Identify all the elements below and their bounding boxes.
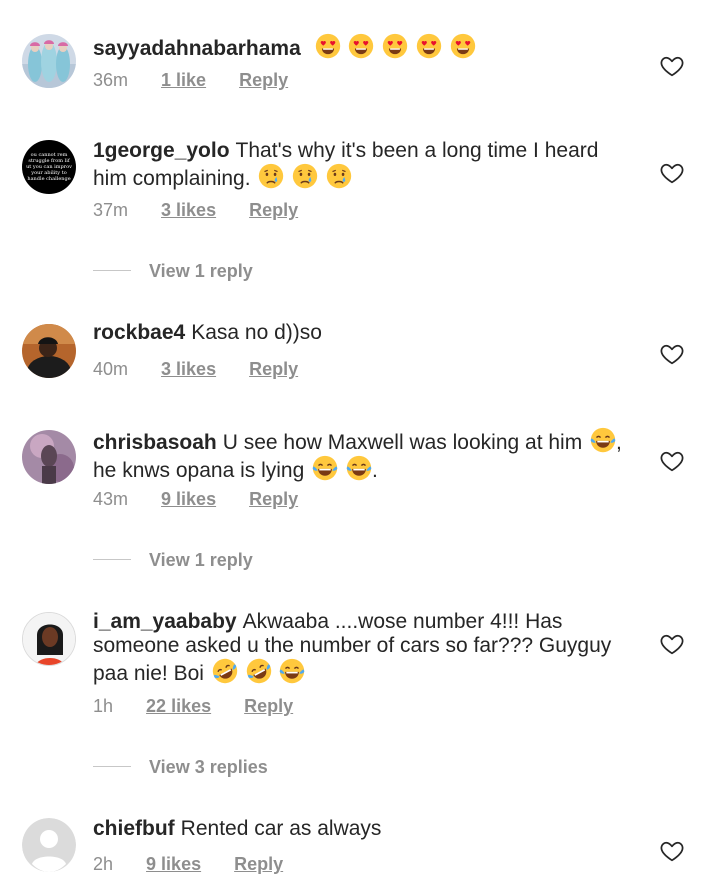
comment-meta: 1h 22 likes Reply (93, 696, 293, 717)
heart-eyes-emoji (348, 33, 374, 59)
like-heart-icon[interactable] (659, 53, 685, 79)
tears-of-joy-emoji (312, 455, 338, 481)
view-replies-button[interactable]: View 1 reply (93, 261, 253, 282)
comment-meta: 36m 1 like Reply (93, 70, 288, 91)
avatar-text-line: handle challenge (27, 176, 70, 182)
avatar[interactable] (22, 34, 76, 88)
username[interactable]: i_am_yaababy (93, 610, 237, 633)
view-replies-label: View 1 reply (149, 261, 253, 281)
tears-of-joy-emoji (346, 455, 372, 481)
heart-eyes-emoji (416, 33, 442, 59)
timestamp: 40m (93, 359, 129, 379)
avatar[interactable] (22, 324, 76, 378)
likes-count-link[interactable]: 1 like (161, 70, 206, 91)
rofl-emoji (212, 658, 238, 684)
comment-body: chiefbuf Rented car as always (93, 817, 633, 841)
comment-body: sayyadahnabarhama (93, 33, 633, 61)
likes-count-link[interactable]: 9 likes (146, 854, 201, 875)
view-replies-label: View 3 replies (149, 757, 268, 777)
avatar[interactable]: ou cannot rem struggle from lif ut you c… (22, 140, 76, 194)
comment-body: rockbae4 Kasa no d))so (93, 321, 633, 345)
comment-body: 1george_yolo That's why it's been a long … (93, 139, 613, 191)
reply-link[interactable]: Reply (234, 854, 283, 875)
comment-body: i_am_yaababy Akwaaba ....wose number 4!!!… (93, 610, 623, 686)
comment-meta: 43m 9 likes Reply (93, 489, 298, 510)
avatar[interactable] (22, 430, 76, 484)
username[interactable]: sayyadahnabarhama (93, 37, 301, 60)
comment-text: Kasa no d))so (191, 321, 322, 344)
comment-meta: 37m 3 likes Reply (93, 200, 298, 221)
likes-count-link[interactable]: 9 likes (161, 489, 216, 510)
timestamp: 43m (93, 489, 129, 509)
crying-emoji (292, 163, 318, 189)
heart-eyes-emoji (382, 33, 408, 59)
like-heart-icon[interactable] (659, 341, 685, 367)
view-replies-button[interactable]: View 1 reply (93, 550, 253, 571)
reply-divider-line (93, 766, 131, 767)
comment-text: U see how Maxwell was looking at him (222, 431, 583, 454)
reply-divider-line (93, 270, 131, 271)
like-heart-icon[interactable] (659, 160, 685, 186)
default-avatar-icon (22, 818, 76, 872)
like-heart-icon[interactable] (659, 838, 685, 864)
username[interactable]: chrisbasoah (93, 431, 217, 454)
reply-divider-line (93, 559, 131, 560)
reply-link[interactable]: Reply (249, 489, 298, 510)
like-heart-icon[interactable] (659, 631, 685, 657)
comment-body: chrisbasoah U see how Maxwell was looking… (93, 427, 633, 483)
timestamp: 2h (93, 854, 114, 874)
comment-text: Rented car as always (180, 817, 382, 840)
likes-count-link[interactable]: 3 likes (161, 200, 216, 221)
comment-text-end: . (371, 459, 378, 482)
tears-of-joy-emoji (279, 658, 305, 684)
tears-of-joy-emoji (590, 427, 616, 453)
crying-emoji (258, 163, 284, 189)
crying-emoji (326, 163, 352, 189)
heart-eyes-emoji (315, 33, 341, 59)
reply-link[interactable]: Reply (249, 200, 298, 221)
avatar[interactable] (22, 818, 76, 872)
timestamp: 37m (93, 200, 129, 220)
like-heart-icon[interactable] (659, 448, 685, 474)
heart-eyes-emoji (450, 33, 476, 59)
username[interactable]: rockbae4 (93, 321, 185, 344)
timestamp: 36m (93, 70, 129, 90)
avatar[interactable] (22, 612, 76, 666)
timestamp: 1h (93, 696, 114, 716)
likes-count-link[interactable]: 3 likes (161, 359, 216, 380)
username[interactable]: 1george_yolo (93, 139, 230, 162)
view-replies-label: View 1 reply (149, 550, 253, 570)
comment-meta: 2h 9 likes Reply (93, 854, 283, 875)
username[interactable]: chiefbuf (93, 817, 175, 840)
reply-link[interactable]: Reply (239, 70, 288, 91)
reply-link[interactable]: Reply (244, 696, 293, 717)
rofl-emoji (246, 658, 272, 684)
comment-meta: 40m 3 likes Reply (93, 359, 298, 380)
view-replies-button[interactable]: View 3 replies (93, 757, 268, 778)
likes-count-link[interactable]: 22 likes (146, 696, 211, 717)
reply-link[interactable]: Reply (249, 359, 298, 380)
